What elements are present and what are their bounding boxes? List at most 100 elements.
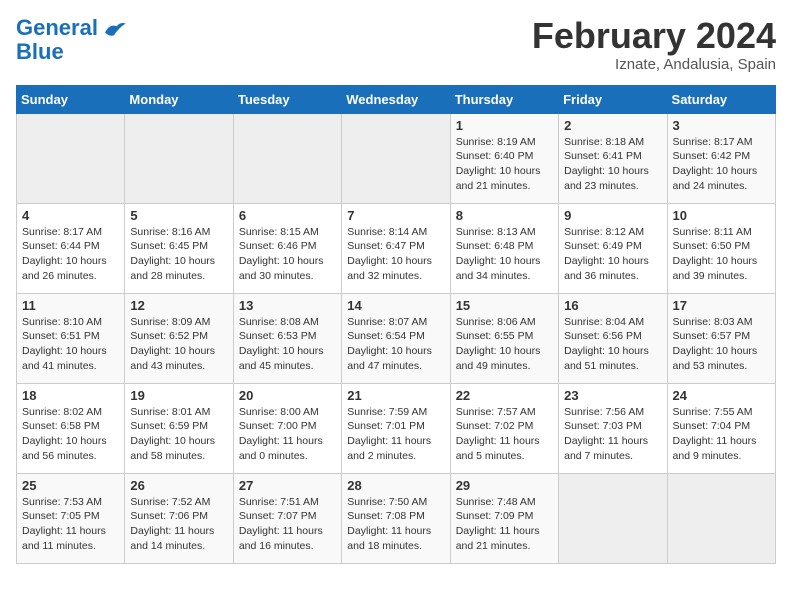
day-cell-3: 3 Sunrise: 8:17 AMSunset: 6:42 PMDaylight… [667,113,775,203]
logo-blue-text: Blue [16,40,64,64]
logo-bird-icon [100,19,128,37]
day-cell-17: 17 Sunrise: 8:03 AMSunset: 6:57 PMDayligh… [667,293,775,383]
day-cell-16: 16Sunrise: 8:04 AMSunset: 6:56 PMDayligh… [559,293,667,383]
day-detail: Sunrise: 8:11 AMSunset: 6:50 PMDaylight:… [673,225,770,284]
day-cell-13: 13 Sunrise: 8:08 AMSunset: 6:53 PMDayligh… [233,293,341,383]
day-number: 13 [239,298,336,313]
day-detail: Sunrise: 8:01 AMSunset: 6:59 PMDaylight:… [130,405,227,464]
day-detail: Sunrise: 8:13 AMSunset: 6:48 PMDaylight:… [456,225,553,284]
day-detail: Sunrise: 7:56 AMSunset: 7:03 PMDaylight:… [564,405,661,464]
weekday-header-thursday: Thursday [450,85,558,113]
day-detail: Sunrise: 8:08 AMSunset: 6:53 PMDaylight:… [239,315,336,374]
day-number: 3 [673,118,770,133]
day-detail: Sunrise: 7:59 AMSunset: 7:01 PMDaylight:… [347,405,444,464]
location: Iznate, Andalusia, Spain [532,56,776,73]
weekday-header-sunday: Sunday [17,85,125,113]
day-detail: Sunrise: 8:06 AMSunset: 6:55 PMDaylight:… [456,315,553,374]
day-detail: Sunrise: 7:55 AMSunset: 7:04 PMDaylight:… [673,405,770,464]
calendar-table: SundayMondayTuesdayWednesdayThursdayFrid… [16,85,776,564]
week-row-1: 1 Sunrise: 8:19 AMSunset: 6:40 PMDaylight… [17,113,776,203]
day-cell-25: 25 Sunrise: 7:53 AMSunset: 7:05 PMDayligh… [17,473,125,563]
day-cell-6: 6Sunrise: 8:15 AMSunset: 6:46 PMDaylight… [233,203,341,293]
weekday-header-friday: Friday [559,85,667,113]
day-cell-23: 23 Sunrise: 7:56 AMSunset: 7:03 PMDayligh… [559,383,667,473]
day-number: 14 [347,298,444,313]
day-number: 28 [347,478,444,493]
month-title: February 2024 [532,16,776,56]
day-detail: Sunrise: 7:50 AMSunset: 7:08 PMDaylight:… [347,495,444,554]
day-number: 29 [456,478,553,493]
logo-text: General [16,16,98,40]
day-cell-26: 26 Sunrise: 7:52 AMSunset: 7:06 PMDayligh… [125,473,233,563]
day-detail: Sunrise: 8:14 AMSunset: 6:47 PMDaylight:… [347,225,444,284]
day-cell-4: 4 Sunrise: 8:17 AMSunset: 6:44 PMDaylight… [17,203,125,293]
empty-cell [233,113,341,203]
weekday-header-wednesday: Wednesday [342,85,450,113]
day-cell-15: 15Sunrise: 8:06 AMSunset: 6:55 PMDayligh… [450,293,558,383]
day-cell-22: 22 Sunrise: 7:57 AMSunset: 7:02 PMDayligh… [450,383,558,473]
day-detail: Sunrise: 8:00 AMSunset: 7:00 PMDaylight:… [239,405,336,464]
day-detail: Sunrise: 7:53 AMSunset: 7:05 PMDaylight:… [22,495,119,554]
day-detail: Sunrise: 7:52 AMSunset: 7:06 PMDaylight:… [130,495,227,554]
logo: General Blue [16,16,128,64]
day-number: 12 [130,298,227,313]
day-number: 26 [130,478,227,493]
day-number: 17 [673,298,770,313]
day-cell-19: 19 Sunrise: 8:01 AMSunset: 6:59 PMDayligh… [125,383,233,473]
day-detail: Sunrise: 8:17 AMSunset: 6:44 PMDaylight:… [22,225,119,284]
day-cell-20: 20Sunrise: 8:00 AMSunset: 7:00 PMDayligh… [233,383,341,473]
day-number: 22 [456,388,553,403]
day-cell-14: 14 Sunrise: 8:07 AMSunset: 6:54 PMDayligh… [342,293,450,383]
empty-cell [667,473,775,563]
day-cell-9: 9Sunrise: 8:12 AMSunset: 6:49 PMDaylight… [559,203,667,293]
day-detail: Sunrise: 7:57 AMSunset: 7:02 PMDaylight:… [456,405,553,464]
day-number: 25 [22,478,119,493]
day-number: 2 [564,118,661,133]
weekday-header-saturday: Saturday [667,85,775,113]
day-number: 10 [673,208,770,223]
day-cell-12: 12 Sunrise: 8:09 AMSunset: 6:52 PMDayligh… [125,293,233,383]
day-cell-29: 29Sunrise: 7:48 AMSunset: 7:09 PMDayligh… [450,473,558,563]
day-number: 16 [564,298,661,313]
week-row-5: 25 Sunrise: 7:53 AMSunset: 7:05 PMDayligh… [17,473,776,563]
weekday-header-monday: Monday [125,85,233,113]
day-detail: Sunrise: 8:15 AMSunset: 6:46 PMDaylight:… [239,225,336,284]
weekday-header-tuesday: Tuesday [233,85,341,113]
day-cell-21: 21 Sunrise: 7:59 AMSunset: 7:01 PMDayligh… [342,383,450,473]
day-detail: Sunrise: 7:51 AMSunset: 7:07 PMDaylight:… [239,495,336,554]
day-detail: Sunrise: 8:03 AMSunset: 6:57 PMDaylight:… [673,315,770,374]
day-number: 19 [130,388,227,403]
day-number: 23 [564,388,661,403]
week-row-2: 4 Sunrise: 8:17 AMSunset: 6:44 PMDaylight… [17,203,776,293]
day-cell-2: 2 Sunrise: 8:18 AMSunset: 6:41 PMDaylight… [559,113,667,203]
day-cell-1: 1 Sunrise: 8:19 AMSunset: 6:40 PMDaylight… [450,113,558,203]
day-cell-7: 7 Sunrise: 8:14 AMSunset: 6:47 PMDaylight… [342,203,450,293]
day-number: 27 [239,478,336,493]
day-detail: Sunrise: 8:17 AMSunset: 6:42 PMDaylight:… [673,135,770,194]
day-number: 7 [347,208,444,223]
day-detail: Sunrise: 8:16 AMSunset: 6:45 PMDaylight:… [130,225,227,284]
day-number: 4 [22,208,119,223]
empty-cell [17,113,125,203]
day-cell-11: 11Sunrise: 8:10 AMSunset: 6:51 PMDayligh… [17,293,125,383]
day-number: 5 [130,208,227,223]
week-row-3: 11Sunrise: 8:10 AMSunset: 6:51 PMDayligh… [17,293,776,383]
day-detail: Sunrise: 8:18 AMSunset: 6:41 PMDaylight:… [564,135,661,194]
day-detail: Sunrise: 8:09 AMSunset: 6:52 PMDaylight:… [130,315,227,374]
day-cell-8: 8 Sunrise: 8:13 AMSunset: 6:48 PMDaylight… [450,203,558,293]
day-detail: Sunrise: 8:07 AMSunset: 6:54 PMDaylight:… [347,315,444,374]
day-detail: Sunrise: 8:02 AMSunset: 6:58 PMDaylight:… [22,405,119,464]
day-cell-28: 28 Sunrise: 7:50 AMSunset: 7:08 PMDayligh… [342,473,450,563]
page-header: General Blue February 2024 Iznate, Andal… [16,16,776,73]
empty-cell [559,473,667,563]
day-cell-10: 10 Sunrise: 8:11 AMSunset: 6:50 PMDayligh… [667,203,775,293]
day-number: 21 [347,388,444,403]
day-cell-24: 24 Sunrise: 7:55 AMSunset: 7:04 PMDayligh… [667,383,775,473]
day-number: 24 [673,388,770,403]
title-block: February 2024 Iznate, Andalusia, Spain [532,16,776,73]
day-number: 1 [456,118,553,133]
day-cell-5: 5 Sunrise: 8:16 AMSunset: 6:45 PMDaylight… [125,203,233,293]
week-row-4: 18Sunrise: 8:02 AMSunset: 6:58 PMDayligh… [17,383,776,473]
day-number: 8 [456,208,553,223]
day-detail: Sunrise: 8:19 AMSunset: 6:40 PMDaylight:… [456,135,553,194]
